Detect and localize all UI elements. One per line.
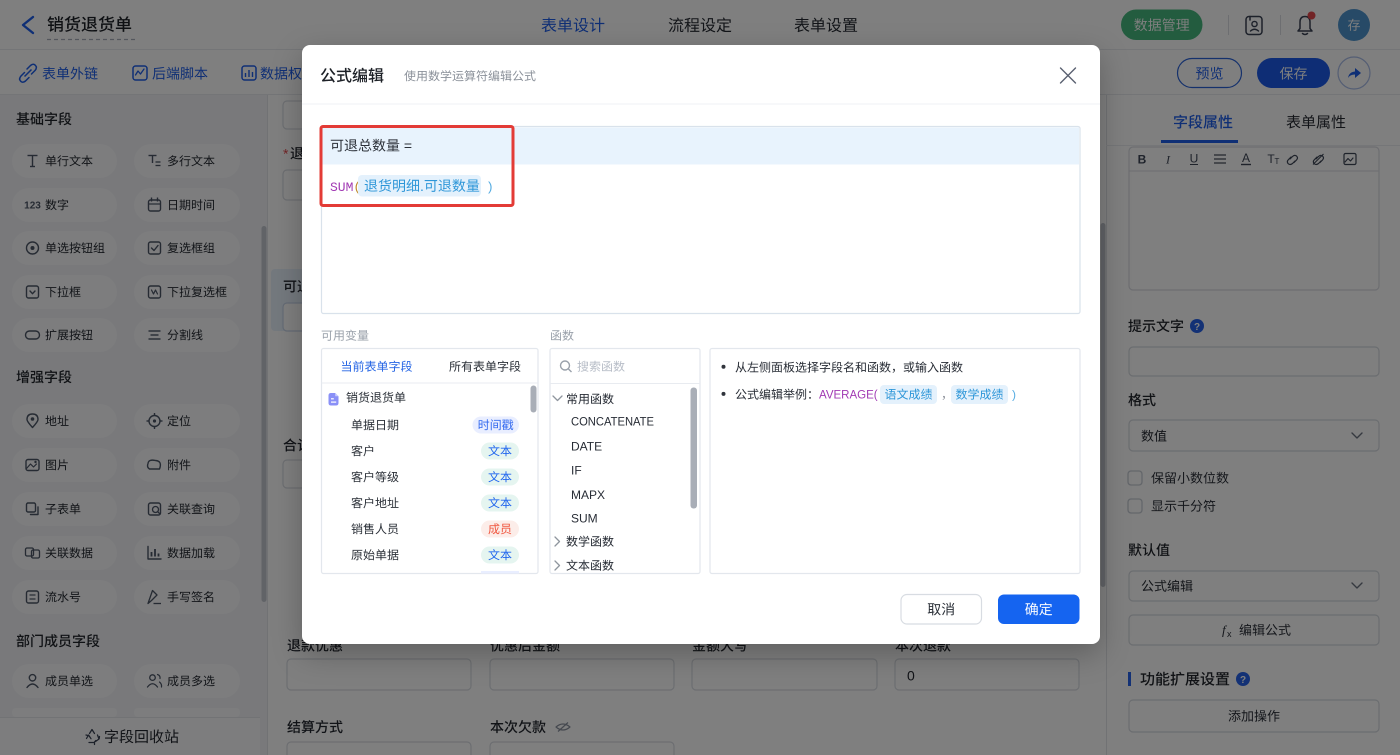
svg-text:SUM: SUM — [330, 180, 353, 195]
svg-text:AVERAGE(: AVERAGE( — [819, 389, 878, 401]
svg-text:DATE: DATE — [571, 439, 602, 453]
svg-text:=: = — [404, 137, 412, 153]
svg-text:): ) — [1012, 387, 1016, 401]
svg-text:SUM: SUM — [571, 511, 598, 525]
svg-text:MAPX: MAPX — [571, 488, 605, 502]
svg-text:.: . — [420, 177, 424, 193]
svg-text:CONCATENATE: CONCATENATE — [571, 414, 654, 428]
svg-text:IF: IF — [571, 463, 582, 477]
svg-text:): ) — [486, 180, 494, 195]
